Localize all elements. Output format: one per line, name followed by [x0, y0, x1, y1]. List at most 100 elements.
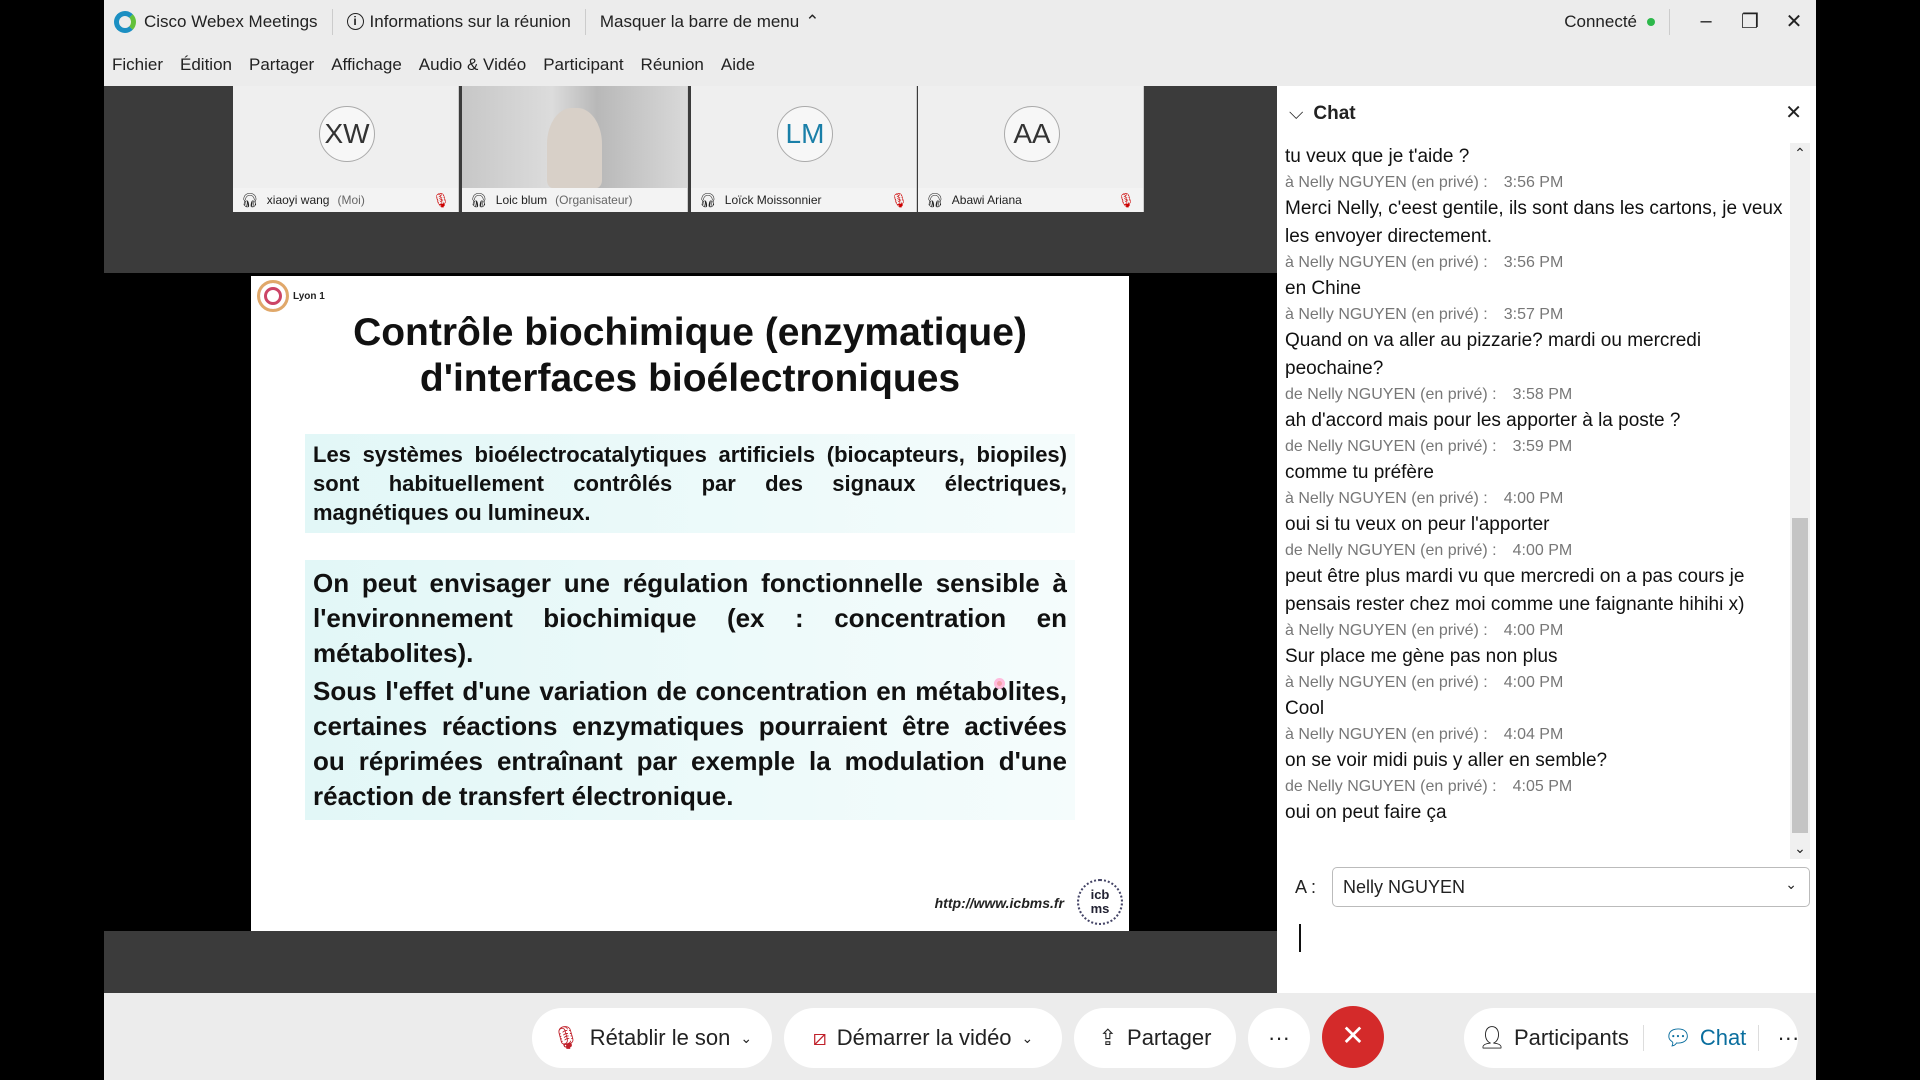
chat-message-meta: à Nelly NGUYEN (en privé) : 4:00 PM: [1285, 619, 1785, 643]
message-recipient: à Nelly NGUYEN (en privé) :: [1285, 490, 1488, 507]
chat-message-meta: de Nelly NGUYEN (en privé) : 4:00 PM: [1285, 539, 1785, 563]
participant-name: xiaoyi wang: [266, 193, 330, 207]
meeting-info-button[interactable]: i Informations sur la réunion: [346, 11, 571, 32]
message-recipient: à Nelly NGUYEN (en privé) :: [1285, 674, 1488, 691]
participants-icon: 👤︎: [1478, 1025, 1506, 1050]
share-button[interactable]: ⇪ Partager: [1074, 1008, 1236, 1068]
unmute-label: Rétablir le son: [589, 1025, 731, 1050]
headset-icon: 🎧︎: [241, 191, 259, 208]
message-time: 4:00 PM: [1512, 542, 1573, 559]
chevron-down-icon: ⌄: [1785, 876, 1797, 892]
message-time: 3:56 PM: [1503, 174, 1564, 191]
chat-message-meta: à Nelly NGUYEN (en privé) : 3:56 PM: [1285, 171, 1785, 195]
webex-logo-icon: [114, 10, 136, 33]
chat-label: Chat: [1699, 1025, 1747, 1050]
share-label: Partager: [1127, 1025, 1212, 1050]
chat-message: en Chine: [1285, 278, 1362, 299]
chat-message: peut être plus mardi vu que mercredi on …: [1285, 566, 1745, 615]
slide-paragraph: Sous l'effet d'une variation de concentr…: [305, 668, 1075, 820]
panel-buttons: 👤︎ Participants 💬︎ Chat ···: [1464, 1008, 1799, 1068]
mic-muted-icon: 🎙︎: [551, 1025, 580, 1050]
menu-audio-video[interactable]: Audio & Vidéo: [419, 55, 526, 75]
app-title: Cisco Webex Meetings: [144, 11, 318, 31]
menu-edition[interactable]: Édition: [180, 55, 232, 75]
message-time: 4:00 PM: [1503, 674, 1564, 691]
chat-message: Quand on va aller au pizzarie? mardi ou …: [1285, 330, 1702, 379]
chat-message-meta: à Nelly NGUYEN (en privé) : 3:56 PM: [1285, 251, 1785, 275]
chat-header[interactable]: ⌵ Chat ✕: [1277, 86, 1816, 141]
chat-message: Merci Nelly, c'eest gentile, ils sont da…: [1285, 198, 1783, 247]
headset-icon: 🎧︎: [926, 191, 944, 208]
slide-url: http://www.icbms.fr: [934, 895, 1064, 911]
recipient-label: A :: [1295, 877, 1317, 897]
message-recipient: de Nelly NGUYEN (en privé) :: [1285, 386, 1497, 403]
chat-input-caret[interactable]: [1299, 924, 1301, 952]
info-icon: i: [346, 13, 364, 30]
title-line: d'interfaces bioélectroniques: [419, 357, 961, 400]
leave-meeting-button[interactable]: ✕: [1322, 1006, 1384, 1068]
participant-tile[interactable]: 🎧︎ Loic blum (Organisateur): [462, 86, 688, 212]
chat-message: oui si tu veux on peur l'apporter: [1285, 514, 1550, 535]
chevron-down-icon[interactable]: ⌄: [1022, 1030, 1034, 1047]
close-chat-icon[interactable]: ✕: [1785, 100, 1802, 125]
menu-reunion[interactable]: Réunion: [641, 55, 704, 75]
message-recipient: de Nelly NGUYEN (en privé) :: [1285, 778, 1497, 795]
slide-title: Contrôle biochimique (enzymatique) d'inte…: [251, 310, 1129, 402]
menu-affichage[interactable]: Affichage: [331, 55, 402, 75]
hide-menu-label: Masquer la barre de menu: [599, 11, 800, 31]
participant-name: Loic blum: [495, 193, 548, 207]
chat-message-meta: à Nelly NGUYEN (en privé) : 3:57 PM: [1285, 303, 1785, 327]
restore-button[interactable]: ❐: [1728, 9, 1772, 34]
message-recipient: à Nelly NGUYEN (en privé) :: [1285, 254, 1488, 271]
minimize-button[interactable]: –: [1684, 10, 1728, 33]
hide-menu-button[interactable]: Masquer la barre de menu ⌃: [600, 12, 820, 32]
unmute-button[interactable]: 🎙︎ Rétablir le son ⌄: [532, 1008, 772, 1068]
chat-button[interactable]: 💬︎ Chat: [1652, 1025, 1760, 1051]
headset-speaking-icon: 🎧︎: [470, 191, 488, 208]
scroll-down-icon[interactable]: ⌄: [1790, 840, 1810, 857]
close-window-button[interactable]: ✕: [1772, 9, 1816, 34]
start-video-button[interactable]: ⧄ Démarrer la vidéo ⌄: [784, 1008, 1062, 1068]
chat-message: comme tu préfère: [1285, 462, 1434, 483]
chat-scrollbar[interactable]: ⌃ ⌄: [1790, 143, 1810, 859]
participants-button[interactable]: 👤︎ Participants: [1478, 1025, 1644, 1051]
window-controls: Connecté – ❐ ✕: [1564, 0, 1816, 43]
message-time: 3:58 PM: [1512, 386, 1573, 403]
menu-fichier[interactable]: Fichier: [112, 55, 163, 75]
chat-title: Chat: [1313, 102, 1356, 124]
more-panels-button[interactable]: ···: [1767, 1025, 1799, 1051]
message-time: 3:59 PM: [1512, 438, 1573, 455]
slide-paragraph: On peut envisager une régulation fonctio…: [305, 560, 1075, 677]
participant-name: Loïck Moissonnier: [724, 193, 822, 207]
more-options-button[interactable]: ···: [1248, 1008, 1310, 1068]
message-time: 3:56 PM: [1503, 254, 1564, 271]
menu-aide[interactable]: Aide: [721, 55, 755, 75]
scroll-thumb[interactable]: [1792, 518, 1808, 833]
participant-tile[interactable]: XW 🎧︎ xiaoyi wang (Moi) 🎙︎: [233, 86, 459, 212]
message-time: 4:04 PM: [1503, 726, 1564, 743]
chevron-down-icon[interactable]: ⌄: [740, 1030, 752, 1047]
meeting-info-label: Informations sur la réunion: [369, 11, 571, 31]
mic-muted-icon: 🎙︎: [432, 191, 450, 208]
chat-message-meta: à Nelly NGUYEN (en privé) : 4:04 PM: [1285, 723, 1785, 747]
participants-label: Participants: [1513, 1025, 1629, 1050]
menu-participant[interactable]: Participant: [543, 55, 623, 75]
message-time: 4:00 PM: [1503, 490, 1564, 507]
participant-tile[interactable]: AA 🎧︎ Abawi Ariana 🎙︎: [918, 86, 1144, 212]
message-time: 4:05 PM: [1512, 778, 1573, 795]
recipient-select[interactable]: Nelly NGUYEN ⌄: [1332, 867, 1810, 907]
lyon1-logo-icon: [257, 280, 289, 312]
title-bar: Cisco Webex Meetings i Informations sur l…: [104, 0, 1816, 43]
participant-tile[interactable]: LM 🎧︎ Loïck Moissonnier 🎙︎: [691, 86, 917, 212]
connection-status: Connecté: [1564, 11, 1637, 31]
chevron-up-icon: ⌃: [805, 11, 820, 31]
webex-window: Cisco Webex Meetings i Informations sur l…: [104, 0, 1816, 1080]
chat-bubble-icon: 💬︎: [1663, 1025, 1692, 1050]
chat-message-meta: à Nelly NGUYEN (en privé) : 4:00 PM: [1285, 487, 1785, 511]
menu-bar: Fichier Édition Partager Affichage Audio…: [104, 43, 755, 86]
message-time: 3:57 PM: [1503, 306, 1564, 323]
menu-partager[interactable]: Partager: [249, 55, 314, 75]
scroll-up-icon[interactable]: ⌃: [1790, 145, 1810, 162]
chevron-down-icon[interactable]: ⌵: [1289, 103, 1303, 125]
share-icon: ⇪: [1098, 1025, 1118, 1050]
